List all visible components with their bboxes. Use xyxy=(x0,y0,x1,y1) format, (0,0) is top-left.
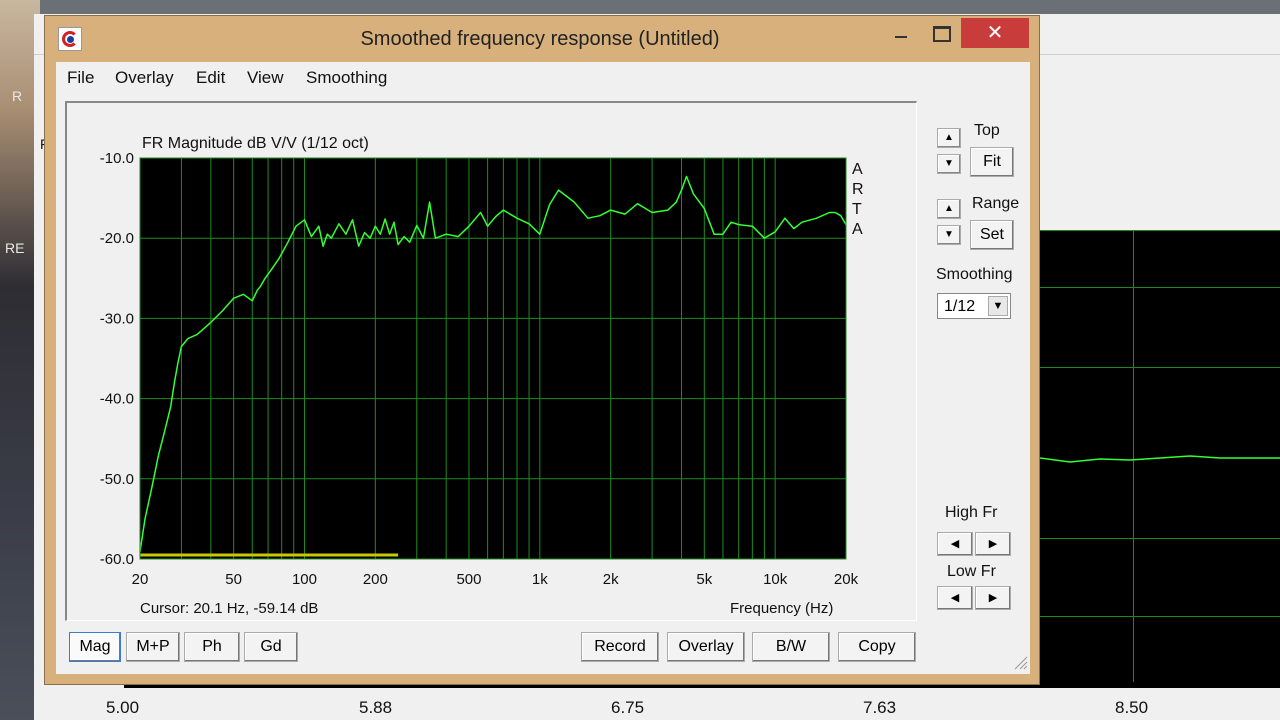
smoothing-value: 1/12 xyxy=(944,298,976,315)
y-tick-label: -50.0 xyxy=(100,471,134,488)
plot-area[interactable] xyxy=(140,158,846,559)
x-tick-label: 20k xyxy=(834,571,859,588)
up-arrow-icon: ▲ xyxy=(944,132,954,143)
background-axis-tick: 7.63 xyxy=(863,698,897,717)
menu-view[interactable]: View xyxy=(247,68,284,88)
mag-mode-button[interactable]: Mag xyxy=(69,632,121,662)
x-tick-label: 20 xyxy=(132,571,149,588)
range-label: Range xyxy=(972,195,1020,212)
low-fr-label: Low Fr xyxy=(947,563,996,580)
brand-letter: A xyxy=(852,161,863,178)
left-arrow-icon: ◀ xyxy=(950,538,960,550)
minimize-icon xyxy=(895,36,907,38)
brand-letter: T xyxy=(852,201,862,218)
right-arrow-icon: ▶ xyxy=(988,538,998,550)
range-up-button[interactable]: ▲ xyxy=(937,199,961,219)
low-fr-left-button[interactable]: ◀ xyxy=(937,586,973,610)
set-button[interactable]: Set xyxy=(970,220,1014,250)
top-down-button[interactable]: ▼ xyxy=(937,154,961,174)
minimize-button[interactable] xyxy=(883,18,927,48)
menu-edit[interactable]: Edit xyxy=(196,68,225,88)
bw-button[interactable]: B/W xyxy=(752,632,830,662)
arta-brand: A R T A xyxy=(852,161,864,238)
y-tick-label: -60.0 xyxy=(100,551,134,568)
low-fr-right-button[interactable]: ▶ xyxy=(975,586,1011,610)
y-tick-label: -40.0 xyxy=(100,391,134,408)
y-tick-label: -30.0 xyxy=(100,310,134,327)
left-arrow-icon: ◀ xyxy=(950,592,960,604)
menu-overlay[interactable]: Overlay xyxy=(115,68,174,88)
up-arrow-icon: ▲ xyxy=(944,203,954,214)
background-axis-tick: 5.00 xyxy=(106,698,140,717)
high-fr-right-button[interactable]: ▶ xyxy=(975,532,1011,556)
right-arrow-icon: ▶ xyxy=(988,592,998,604)
title-bar[interactable]: Smoothed frequency response (Untitled) ✕ xyxy=(45,16,1039,62)
down-arrow-icon: ▼ xyxy=(944,229,954,240)
x-tick-label: 50 xyxy=(225,571,242,588)
menu-file[interactable]: File xyxy=(67,68,94,88)
smoothed-fr-window: Smoothed frequency response (Untitled) ✕… xyxy=(44,15,1040,685)
window-client-area: File Overlay Edit View Smoothing -10.0 -2… xyxy=(56,62,1030,674)
chevron-down-icon[interactable]: ▼ xyxy=(988,296,1008,316)
fit-button[interactable]: Fit xyxy=(970,147,1014,177)
x-tick-label: 2k xyxy=(603,571,619,588)
menu-smoothing[interactable]: Smoothing xyxy=(306,68,387,88)
y-tick-label: -10.0 xyxy=(100,150,134,167)
background-axis-tick: 5.88 xyxy=(359,698,393,717)
x-tick-label: 1k xyxy=(532,571,548,588)
x-axis-label: Frequency (Hz) xyxy=(730,600,833,617)
x-tick-label: 5k xyxy=(696,571,712,588)
record-button[interactable]: Record xyxy=(581,632,659,662)
high-fr-left-button[interactable]: ◀ xyxy=(937,532,973,556)
x-tick-label: 10k xyxy=(763,571,788,588)
x-tick-label: 500 xyxy=(456,571,481,588)
gd-mode-button[interactable]: Gd xyxy=(244,632,298,662)
chart-title: FR Magnitude dB V/V (1/12 oct) xyxy=(142,135,369,152)
smoothing-select[interactable]: 1/12 ▼ xyxy=(937,293,1011,319)
background-time-plot xyxy=(1040,230,1280,688)
brand-letter: A xyxy=(852,221,863,238)
resize-grip-icon[interactable] xyxy=(1012,654,1028,670)
high-fr-label: High Fr xyxy=(945,504,998,521)
overlay-button[interactable]: Overlay xyxy=(667,632,745,662)
plot-panel: -10.0 -20.0 -30.0 -40.0 -50.0 -60.0 20 50 100 20… xyxy=(65,101,917,621)
brand-letter: R xyxy=(852,181,864,198)
background-side-label: R xyxy=(12,88,23,104)
y-tick-label: -20.0 xyxy=(100,230,134,247)
close-icon: ✕ xyxy=(986,22,1004,44)
menu-bar: File Overlay Edit View Smoothing xyxy=(56,62,1030,92)
x-tick-label: 100 xyxy=(292,571,317,588)
background-side-label: RE xyxy=(5,240,25,256)
ph-mode-button[interactable]: Ph xyxy=(184,632,240,662)
copy-button[interactable]: Copy xyxy=(838,632,916,662)
range-down-button[interactable]: ▼ xyxy=(937,225,961,245)
cursor-readout: Cursor: 20.1 Hz, -59.14 dB xyxy=(140,600,318,617)
top-label: Top xyxy=(974,122,1000,139)
maximize-icon xyxy=(933,26,951,42)
x-tick-label: 200 xyxy=(363,571,388,588)
frequency-response-chart[interactable]: -10.0 -20.0 -30.0 -40.0 -50.0 -60.0 20 50 100 20… xyxy=(67,103,917,621)
close-button[interactable]: ✕ xyxy=(961,18,1029,48)
down-arrow-icon: ▼ xyxy=(944,158,954,169)
top-up-button[interactable]: ▲ xyxy=(937,128,961,148)
background-axis-tick: 6.75 xyxy=(611,698,645,717)
background-axis-tick: 8.50 xyxy=(1115,698,1149,717)
smoothing-label: Smoothing xyxy=(936,266,1013,283)
mp-mode-button[interactable]: M+P xyxy=(126,632,180,662)
